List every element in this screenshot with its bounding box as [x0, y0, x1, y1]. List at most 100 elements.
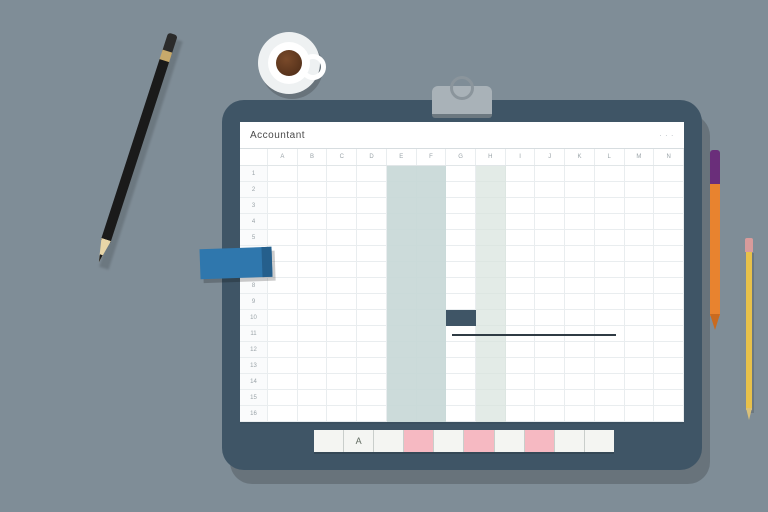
grid-cell[interactable] — [506, 278, 536, 294]
grid-cell[interactable] — [654, 390, 684, 406]
grid-cell[interactable] — [357, 294, 387, 310]
grid-cell[interactable] — [446, 294, 476, 310]
grid-cell[interactable] — [327, 326, 357, 342]
grid-cell[interactable] — [327, 342, 357, 358]
grid-cell[interactable] — [595, 214, 625, 230]
grid-cell[interactable] — [446, 166, 476, 182]
grid-cell[interactable] — [506, 230, 536, 246]
row-header-cell[interactable]: 13 — [240, 358, 268, 374]
grid-cell[interactable] — [446, 358, 476, 374]
grid-cell[interactable] — [535, 166, 565, 182]
grid-cell[interactable] — [298, 294, 328, 310]
grid-cell[interactable] — [298, 406, 328, 422]
grid-cell[interactable] — [535, 262, 565, 278]
grid-cell[interactable] — [654, 246, 684, 262]
grid-cell[interactable] — [625, 182, 655, 198]
grid-cell[interactable] — [298, 198, 328, 214]
grid-cell[interactable] — [654, 278, 684, 294]
grid-cell[interactable] — [625, 246, 655, 262]
grid-cell[interactable] — [565, 310, 595, 326]
grid-cell[interactable] — [625, 406, 655, 422]
grid-cell[interactable] — [654, 310, 684, 326]
grid-cell[interactable] — [595, 342, 625, 358]
grid-cell[interactable] — [506, 310, 536, 326]
column-header-cell[interactable]: E — [387, 149, 417, 165]
grid-cell[interactable] — [327, 246, 357, 262]
grid-cell[interactable] — [357, 230, 387, 246]
grid-cell[interactable] — [268, 294, 298, 310]
grid-cell[interactable] — [357, 182, 387, 198]
grid-cell[interactable] — [268, 310, 298, 326]
grid-cell[interactable] — [565, 214, 595, 230]
grid-cell[interactable] — [506, 262, 536, 278]
grid-cell[interactable] — [268, 390, 298, 406]
grid-cell[interactable] — [268, 278, 298, 294]
grid-cell[interactable] — [357, 278, 387, 294]
row-header-cell[interactable]: 1 — [240, 166, 268, 182]
column-header-cell[interactable]: B — [298, 149, 328, 165]
grid-cell[interactable] — [565, 374, 595, 390]
column-header-cell[interactable]: L — [595, 149, 625, 165]
row-header-cell[interactable]: 9 — [240, 294, 268, 310]
grid-cell[interactable] — [565, 198, 595, 214]
column-header-cell[interactable]: A — [268, 149, 298, 165]
grid-cell[interactable] — [446, 182, 476, 198]
grid-cell[interactable] — [268, 166, 298, 182]
grid-cell[interactable] — [565, 182, 595, 198]
grid-cell[interactable] — [625, 358, 655, 374]
grid-cell[interactable] — [506, 342, 536, 358]
grid-cell[interactable] — [298, 310, 328, 326]
grid-cell[interactable] — [654, 374, 684, 390]
grid-cell[interactable] — [357, 342, 387, 358]
grid-cell[interactable] — [506, 390, 536, 406]
grid-cell[interactable] — [654, 406, 684, 422]
grid-cell[interactable] — [446, 198, 476, 214]
grid-cell[interactable] — [535, 326, 565, 342]
row-header-cell[interactable]: 15 — [240, 390, 268, 406]
grid-cell[interactable] — [357, 390, 387, 406]
grid-cell[interactable] — [446, 406, 476, 422]
grid-cell[interactable] — [327, 406, 357, 422]
column-header-cell[interactable]: D — [357, 149, 387, 165]
grid-cell[interactable] — [506, 326, 536, 342]
grid-cell[interactable] — [595, 262, 625, 278]
grid-cell[interactable] — [625, 390, 655, 406]
grid-cell[interactable] — [625, 342, 655, 358]
grid-cell[interactable] — [506, 246, 536, 262]
grid-cell[interactable] — [595, 406, 625, 422]
grid-cell[interactable] — [327, 182, 357, 198]
column-header-cell[interactable]: G — [446, 149, 476, 165]
grid-cell[interactable] — [654, 262, 684, 278]
grid-cell[interactable] — [327, 358, 357, 374]
grid-cell[interactable] — [298, 246, 328, 262]
grid-cell[interactable] — [654, 342, 684, 358]
grid-cell[interactable] — [446, 230, 476, 246]
grid-cell[interactable] — [595, 358, 625, 374]
grid-cell[interactable] — [298, 342, 328, 358]
grid-cell[interactable] — [446, 374, 476, 390]
grid-cell[interactable] — [625, 166, 655, 182]
grid-cell[interactable] — [535, 310, 565, 326]
grid-cell[interactable] — [298, 182, 328, 198]
row-header-cell[interactable]: 4 — [240, 214, 268, 230]
spreadsheet-grid[interactable]: 12345678910111213141516 — [240, 166, 684, 422]
grid-cell[interactable] — [535, 390, 565, 406]
column-header-cell[interactable]: I — [506, 149, 536, 165]
grid-cell[interactable] — [595, 230, 625, 246]
column-header-cell[interactable]: K — [565, 149, 595, 165]
grid-cell[interactable] — [357, 262, 387, 278]
grid-cell[interactable] — [506, 374, 536, 390]
grid-cell[interactable] — [506, 214, 536, 230]
grid-cell[interactable] — [446, 246, 476, 262]
grid-cell[interactable] — [506, 166, 536, 182]
grid-cell[interactable] — [654, 358, 684, 374]
grid-cell[interactable] — [357, 374, 387, 390]
row-header-cell[interactable]: 14 — [240, 374, 268, 390]
grid-cell[interactable] — [298, 390, 328, 406]
grid-cell[interactable] — [446, 262, 476, 278]
grid-cell[interactable] — [357, 246, 387, 262]
grid-cell[interactable] — [327, 294, 357, 310]
row-header-cell[interactable]: 12 — [240, 342, 268, 358]
grid-cell[interactable] — [298, 166, 328, 182]
grid-cell[interactable] — [357, 406, 387, 422]
